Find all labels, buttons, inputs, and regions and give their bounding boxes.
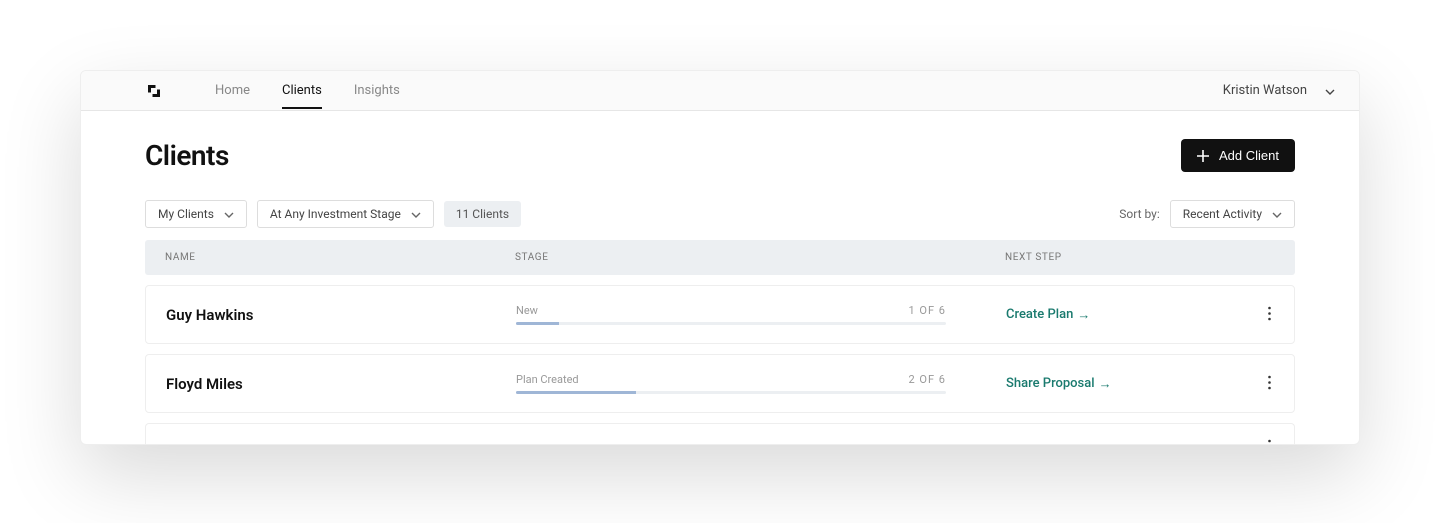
chevron-down-icon bbox=[411, 209, 421, 219]
sort-by-label: Sort by: bbox=[1119, 207, 1160, 221]
row-menu-button[interactable] bbox=[1262, 374, 1276, 393]
client-name: Guy Hawkins bbox=[166, 306, 516, 324]
chevron-down-icon bbox=[1272, 209, 1282, 219]
next-step-label: Create Plan bbox=[1006, 307, 1073, 322]
row-menu-button[interactable] bbox=[1262, 305, 1276, 324]
stage-block: Plan Created 2 OF 6 bbox=[516, 373, 1006, 394]
row-menu-button[interactable] bbox=[1262, 438, 1276, 445]
user-menu[interactable]: Kristin Watson bbox=[1223, 83, 1335, 98]
stage-count: 1 OF 6 bbox=[909, 304, 946, 317]
progress-track bbox=[516, 322, 946, 325]
top-nav: Home Clients Insights Kristin Watson bbox=[81, 71, 1359, 111]
nav-clients[interactable]: Clients bbox=[282, 73, 322, 108]
chevron-down-icon bbox=[224, 209, 234, 219]
stage-label: Funds Reserved bbox=[516, 442, 594, 445]
table-header: Name Stage Next Step bbox=[145, 240, 1295, 275]
col-header-name: Name bbox=[165, 252, 515, 263]
user-name: Kristin Watson bbox=[1223, 83, 1307, 98]
arrow-right-icon: → bbox=[1077, 307, 1090, 323]
client-row[interactable]: Floyd Miles Plan Created 2 OF 6 Share Pr… bbox=[145, 354, 1295, 413]
stage-label: New bbox=[516, 304, 538, 317]
stage-count: 3 OF 6 bbox=[909, 442, 946, 445]
add-client-label: Add Client bbox=[1219, 148, 1279, 163]
col-header-stage: Stage bbox=[515, 252, 1005, 263]
client-row[interactable]: Kathryn Murphy Funds Reserved 3 OF 6 Res… bbox=[145, 423, 1295, 445]
filter-stage-label: At Any Investment Stage bbox=[270, 207, 401, 221]
stage-block: New 1 OF 6 bbox=[516, 304, 1006, 325]
progress-fill bbox=[516, 322, 559, 325]
brand-logo bbox=[145, 82, 163, 100]
stage-count: 2 OF 6 bbox=[909, 373, 946, 386]
progress-track bbox=[516, 391, 946, 394]
nav-links: Home Clients Insights bbox=[215, 73, 400, 108]
plus-icon bbox=[1197, 150, 1209, 162]
next-step-link[interactable]: Create Plan → bbox=[1006, 307, 1274, 323]
next-step-label: Share Proposal bbox=[1006, 376, 1095, 391]
arrow-right-icon: → bbox=[1096, 445, 1109, 446]
sort-value-label: Recent Activity bbox=[1183, 207, 1262, 221]
stage-label: Plan Created bbox=[516, 373, 579, 386]
next-step-link[interactable]: Share Proposal → bbox=[1006, 376, 1274, 392]
stage-block: Funds Reserved 3 OF 6 bbox=[516, 442, 1006, 445]
add-client-button[interactable]: Add Client bbox=[1181, 139, 1295, 172]
page-title: Clients bbox=[145, 139, 229, 172]
progress-fill bbox=[516, 391, 636, 394]
client-name: Kathryn Murphy bbox=[166, 444, 516, 446]
client-count-badge: 11 Clients bbox=[444, 201, 521, 227]
filter-scope-label: My Clients bbox=[158, 207, 214, 221]
filter-scope-dropdown[interactable]: My Clients bbox=[145, 200, 247, 228]
chevron-down-icon bbox=[1325, 86, 1335, 96]
next-step-link[interactable]: Reserve Funds → bbox=[1006, 445, 1274, 446]
client-name: Floyd Miles bbox=[166, 375, 516, 393]
client-row[interactable]: Guy Hawkins New 1 OF 6 Create Plan → bbox=[145, 285, 1295, 344]
col-header-next-step: Next Step bbox=[1005, 252, 1275, 263]
nav-insights[interactable]: Insights bbox=[354, 73, 400, 108]
filter-stage-dropdown[interactable]: At Any Investment Stage bbox=[257, 200, 434, 228]
nav-home[interactable]: Home bbox=[215, 73, 250, 108]
arrow-right-icon: → bbox=[1099, 376, 1112, 392]
sort-dropdown[interactable]: Recent Activity bbox=[1170, 200, 1295, 228]
